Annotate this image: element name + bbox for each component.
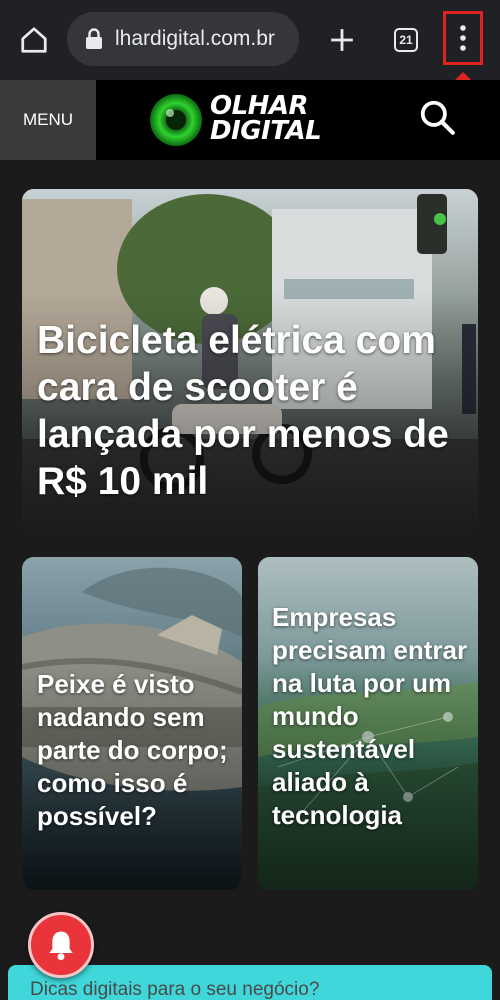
home-icon [21, 27, 47, 53]
logo-line2: DIGITAL [210, 116, 322, 146]
tab-switcher-button[interactable]: 21 [386, 20, 426, 60]
tabs-icon: 21 [394, 28, 418, 52]
url-text: lhardigital.com.br [115, 27, 275, 50]
bell-icon [49, 931, 73, 961]
search-button[interactable] [418, 98, 458, 138]
article-title[interactable]: Empresas precisam entrar na luta por um … [272, 601, 472, 832]
more-vert-icon [460, 25, 466, 51]
eye-logo-icon [150, 94, 202, 146]
menu-button[interactable]: MENU [0, 80, 96, 160]
lock-icon [86, 28, 102, 49]
article-title[interactable]: Bicicleta elétrica com cara de scooter é… [37, 317, 467, 505]
search-icon [420, 100, 455, 135]
article-card-tech[interactable]: Empresas precisam entrar na luta por um … [258, 557, 478, 890]
new-tab-button[interactable] [322, 20, 362, 60]
address-bar[interactable]: lhardigital.com.br [67, 12, 299, 66]
browser-toolbar: lhardigital.com.br 21 [0, 0, 500, 80]
notification-bell-button[interactable] [28, 912, 94, 978]
browser-menu-button[interactable] [443, 11, 483, 65]
article-card-hero[interactable]: Bicicleta elétrica com cara de scooter é… [22, 189, 478, 529]
article-title[interactable]: Peixe é visto nadando sem parte do corpo… [37, 668, 237, 833]
article-card-fish[interactable]: Peixe é visto nadando sem parte do corpo… [22, 557, 242, 890]
logo-text: OLHAR DIGITAL [210, 93, 322, 146]
plus-icon [331, 29, 353, 51]
site-logo[interactable]: OLHAR DIGITAL [148, 90, 328, 150]
site-header: MENU OLHAR DIGITAL [0, 80, 500, 160]
home-button[interactable] [14, 20, 54, 60]
